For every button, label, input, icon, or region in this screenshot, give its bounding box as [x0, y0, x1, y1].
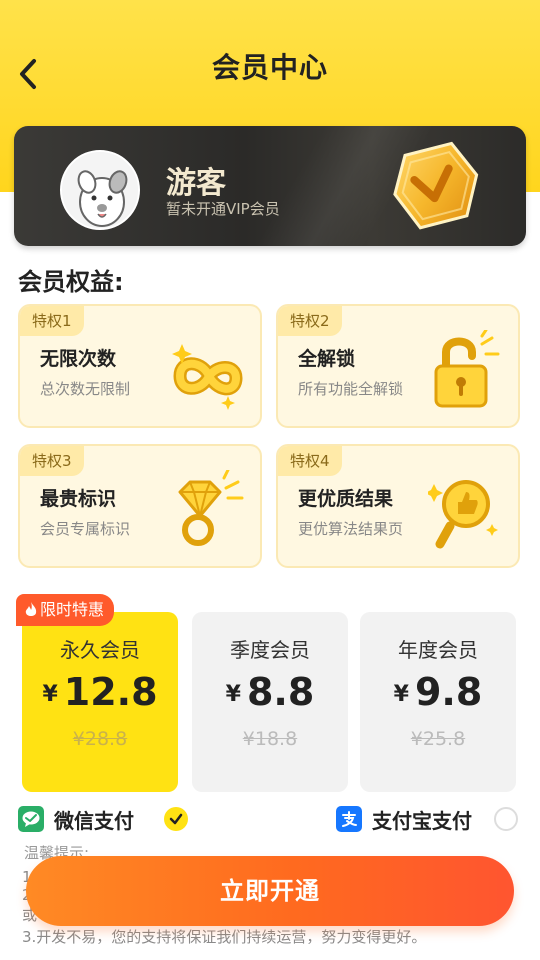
alipay-radio[interactable] [494, 807, 518, 831]
vip-badge-icon [393, 141, 479, 230]
currency-symbol: ¥ [42, 682, 58, 707]
wechat-pay-label: 微信支付 [54, 808, 134, 833]
plan-yearly[interactable]: 年度会员 ¥9.8 ¥25.8 [360, 612, 516, 792]
perk-card-unlimited: 特权1 无限次数 总次数无限制 [18, 304, 262, 428]
wechat-pay-radio[interactable] [164, 807, 188, 831]
page-title: 会员中心 [211, 51, 328, 84]
perk-card-quality: 特权4 更优质结果 更优算法结果页 [276, 444, 520, 568]
promo-label: 限时特惠 [40, 600, 105, 619]
perk-desc: 总次数无限制 [40, 380, 131, 398]
plan-lifetime[interactable]: 永久会员 ¥12.8 ¥28.8 [22, 612, 178, 792]
unlock-icon [434, 330, 500, 408]
plan-original-price: ¥18.8 [242, 728, 298, 750]
pay-option-wechat[interactable]: 微信支付 [18, 804, 134, 834]
plan-price: ¥12.8 [22, 670, 178, 714]
perk-tag: 特权2 [278, 306, 342, 336]
plan-price: ¥9.8 [360, 670, 516, 714]
diamond-ring-icon [178, 470, 244, 546]
perk-title: 更优质结果 [298, 488, 394, 510]
user-name: 游客 [166, 166, 226, 201]
infinity-icon [172, 344, 243, 410]
plan-original-price: ¥25.8 [410, 728, 466, 750]
perk-desc: 所有功能全解锁 [298, 380, 404, 398]
check-icon [169, 813, 183, 825]
perk-title: 全解锁 [298, 348, 356, 370]
alipay-label: 支付宝支付 [372, 808, 472, 833]
plan-name: 季度会员 [230, 638, 310, 662]
alipay-icon [336, 806, 362, 832]
currency-symbol: ¥ [393, 682, 409, 707]
plan-original-price: ¥28.8 [72, 728, 128, 750]
plan-price-value: 8.8 [246, 670, 315, 714]
plan-price-value: 12.8 [63, 670, 158, 714]
perk-desc: 更优算法结果页 [298, 520, 404, 538]
perk-tag: 特权1 [20, 306, 84, 336]
subscribe-button[interactable]: 立即开通 [26, 856, 514, 926]
currency-symbol: ¥ [225, 682, 241, 707]
perk-title: 最贵标识 [40, 488, 117, 510]
vip-status: 暂未开通VIP会员 [166, 200, 280, 218]
perk-desc: 会员专属标识 [40, 520, 131, 538]
perk-title: 无限次数 [40, 348, 117, 370]
perk-card-badge: 特权3 最贵标识 会员专属标识 [18, 444, 262, 568]
pay-option-alipay[interactable]: 支付宝支付 [336, 804, 472, 834]
magnifier-thumb-icon [428, 480, 498, 549]
tips-line-4: 3.开发不易，您的支持将保证我们持续运营，努力变得更好。 [22, 928, 427, 946]
perk-tag: 特权4 [278, 446, 342, 476]
fire-icon [25, 602, 37, 616]
plan-quarterly[interactable]: 季度会员 ¥8.8 ¥18.8 [192, 612, 348, 792]
avatar[interactable] [60, 150, 140, 230]
plan-name: 永久会员 [60, 638, 140, 662]
user-card: 游客 暂未开通VIP会员 [14, 126, 526, 246]
perk-card-unlock: 特权2 全解锁 所有功能全解锁 [276, 304, 520, 428]
plan-name: 年度会员 [398, 638, 478, 662]
promo-badge: 限时特惠 [16, 594, 115, 626]
plan-price: ¥8.8 [192, 670, 348, 714]
benefits-title: 会员权益: [18, 268, 124, 296]
wechat-pay-icon [18, 806, 44, 832]
plan-price-value: 9.8 [414, 670, 483, 714]
perk-tag: 特权3 [20, 446, 84, 476]
guest-avatar-icon [62, 152, 138, 228]
